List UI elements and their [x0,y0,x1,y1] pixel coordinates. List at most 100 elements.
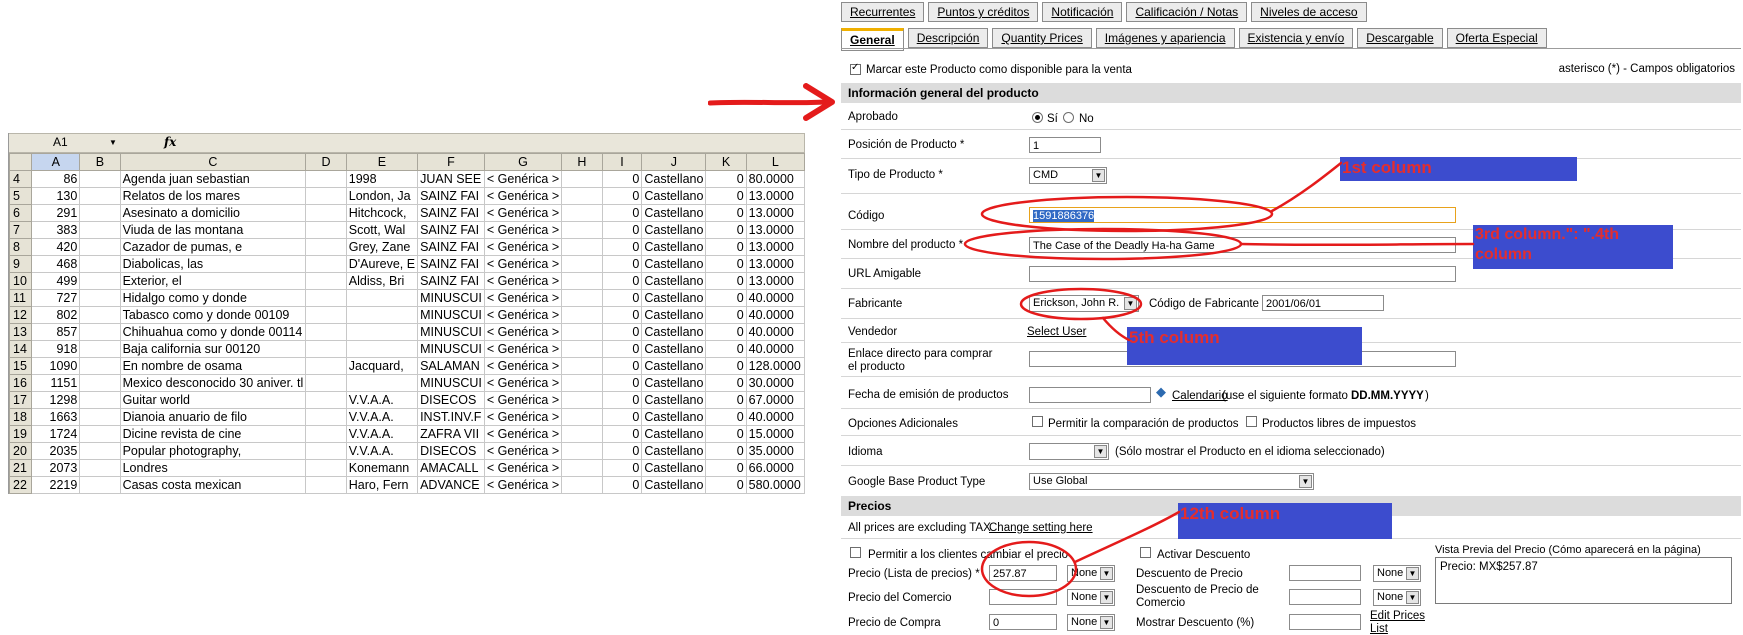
cell[interactable] [561,408,603,426]
row-header[interactable]: 4 [8,170,33,188]
cell[interactable] [79,391,121,409]
corner-cell[interactable] [8,153,33,171]
cell[interactable]: Castellano [641,289,707,307]
cell[interactable] [79,357,121,375]
row-header[interactable]: 18 [8,408,33,426]
cell[interactable]: JUAN SEE [417,170,485,188]
cell[interactable]: Tabasco como y donde 00109 [119,306,307,324]
cell[interactable]: ZAFRA VII [417,425,485,443]
cell[interactable] [79,170,121,188]
cell[interactable] [79,442,121,460]
row-header[interactable]: 5 [8,187,33,205]
cell[interactable]: Castellano [641,323,707,341]
cell[interactable]: SAINZ FAI [417,204,485,222]
cell[interactable]: Hidalgo como y donde [119,289,307,307]
cell[interactable]: MINUSCUI [417,306,485,324]
cell[interactable]: 2219 [31,476,81,494]
cell[interactable]: 0 [601,357,643,375]
column-header-e[interactable]: E [345,153,419,171]
column-header-c[interactable]: C [119,153,307,171]
row-header[interactable]: 22 [8,476,33,494]
cell[interactable]: 0 [705,272,747,290]
cell[interactable] [561,357,603,375]
cell[interactable]: < Genérica > [483,187,563,205]
cell[interactable]: Cazador de pumas, e [119,238,307,256]
cell[interactable]: 1090 [31,357,81,375]
cell[interactable] [561,391,603,409]
cell[interactable]: 0 [705,442,747,460]
cell[interactable]: 0 [705,323,747,341]
cell[interactable]: Castellano [641,255,707,273]
cell[interactable]: 727 [31,289,81,307]
cell[interactable]: Chihuahua como y donde 00114 [119,323,307,341]
cell[interactable]: Haro, Fern [345,476,419,494]
cell[interactable]: 40.0000 [745,340,806,358]
cell[interactable]: < Genérica > [483,323,563,341]
cell[interactable]: Londres [119,459,307,477]
cell[interactable]: Jacquard, [345,357,419,375]
cell[interactable]: 0 [601,187,643,205]
cell[interactable]: 0 [705,357,747,375]
row-header[interactable]: 10 [8,272,33,290]
column-header-h[interactable]: H [561,153,603,171]
cell[interactable] [305,187,347,205]
cell[interactable]: 13.0000 [745,238,806,256]
cell[interactable]: 0 [705,476,747,494]
cell[interactable]: 0 [705,170,747,188]
cell[interactable]: MINUSCUI [417,289,485,307]
cell[interactable] [79,476,121,494]
cell[interactable]: Castellano [641,408,707,426]
cell[interactable]: 30.0000 [745,374,806,392]
cell[interactable]: 468 [31,255,81,273]
cell[interactable]: 1663 [31,408,81,426]
cell[interactable]: 1724 [31,425,81,443]
cell[interactable]: Dianoia anuario de filo [119,408,307,426]
cell[interactable]: 0 [601,272,643,290]
cell[interactable] [305,340,347,358]
cell[interactable]: 580.0000 [745,476,806,494]
cell[interactable]: Castellano [641,221,707,239]
cell[interactable] [561,425,603,443]
cell[interactable]: Diabolicas, las [119,255,307,273]
cell[interactable]: 0 [601,425,643,443]
cell[interactable] [561,323,603,341]
cell[interactable]: < Genérica > [483,238,563,256]
cell[interactable]: 0 [601,323,643,341]
cell[interactable]: Baja california sur 00120 [119,340,307,358]
cell[interactable]: 0 [601,374,643,392]
cell[interactable]: MINUSCUI [417,374,485,392]
cell[interactable]: Dicine revista de cine [119,425,307,443]
cell[interactable] [305,306,347,324]
cell[interactable] [305,476,347,494]
cell[interactable] [305,323,347,341]
cell[interactable]: 0 [705,306,747,324]
cell[interactable]: 2073 [31,459,81,477]
cell[interactable]: SALAMAN [417,357,485,375]
cell[interactable]: < Genérica > [483,459,563,477]
cell[interactable] [79,425,121,443]
cell[interactable]: 0 [705,255,747,273]
row-header[interactable]: 13 [8,323,33,341]
cell[interactable]: DISECOS [417,391,485,409]
cell[interactable]: En nombre de osama [119,357,307,375]
cell[interactable]: 0 [601,204,643,222]
cell[interactable] [561,238,603,256]
cell[interactable] [561,255,603,273]
cell[interactable]: 1151 [31,374,81,392]
cell[interactable]: < Genérica > [483,170,563,188]
cell[interactable]: 0 [705,204,747,222]
cell[interactable] [305,221,347,239]
cell[interactable]: 420 [31,238,81,256]
cell[interactable]: 0 [601,221,643,239]
cell[interactable] [305,238,347,256]
cell[interactable]: SAINZ FAI [417,238,485,256]
cell[interactable] [305,204,347,222]
cell[interactable]: SAINZ FAI [417,221,485,239]
cell[interactable] [79,459,121,477]
cell[interactable]: Viuda de las montana [119,221,307,239]
cell[interactable]: Castellano [641,391,707,409]
cell[interactable]: Popular photography, [119,442,307,460]
cell[interactable]: 0 [601,459,643,477]
cell[interactable]: Castellano [641,476,707,494]
cell[interactable]: Castellano [641,187,707,205]
